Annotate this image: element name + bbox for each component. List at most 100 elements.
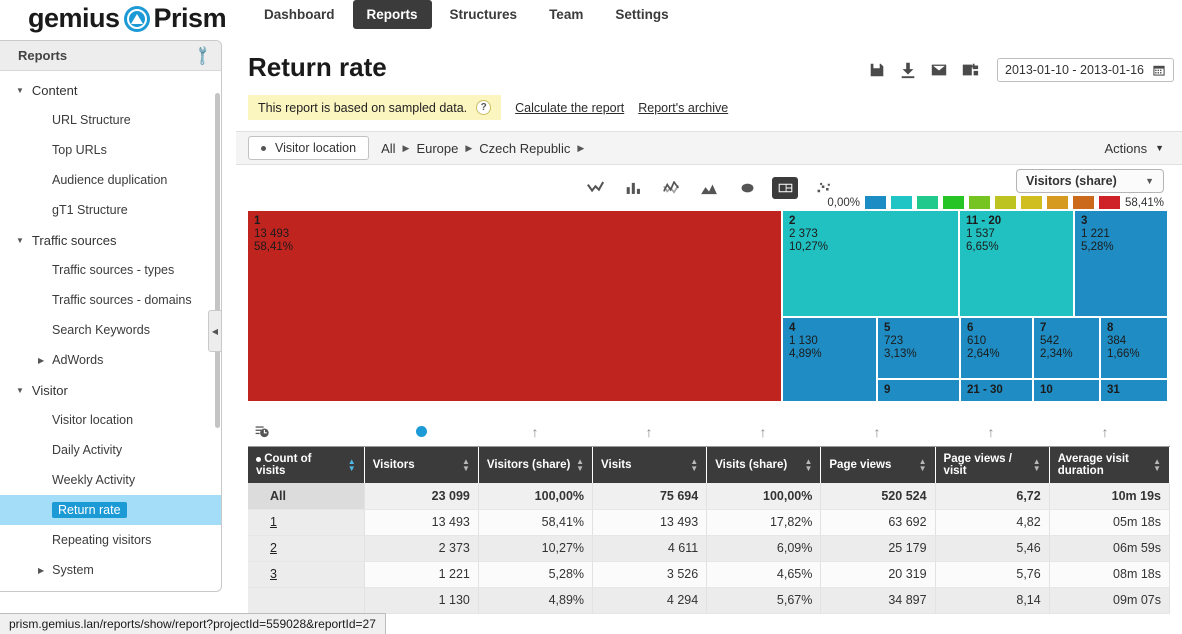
sort-up-arrow-icon[interactable]: ↑ <box>988 424 995 440</box>
sidebar-item-visitor[interactable]: ▼ Visitor <box>0 375 221 405</box>
sidebar-scrollbar[interactable] <box>215 93 220 428</box>
sidebar-item-audience-duplication[interactable]: Audience duplication <box>0 165 221 195</box>
column-header-page-views[interactable]: Page views ▲ ▼ <box>820 447 936 483</box>
column-header-page-views-per-visit[interactable]: Page views / visit ▲ ▼ <box>935 447 1050 483</box>
sidebar-item-weekly-activity[interactable]: Weekly Activity <box>0 465 221 495</box>
table-row: 3 1 221 5,28% 3 526 4,65% 20 319 5,76 08… <box>248 561 1171 588</box>
legend-swatch <box>994 196 1016 209</box>
question-mark-icon[interactable]: ? <box>476 100 492 115</box>
sort-toggle-icon[interactable]: ▲ ▼ <box>919 458 927 473</box>
row-link[interactable]: 2 <box>270 541 277 555</box>
sort-up-arrow-icon[interactable]: ↑ <box>532 424 539 440</box>
tile-value: 13 493 <box>254 228 290 240</box>
active-sort-marker[interactable] <box>415 426 427 437</box>
sort-toggle-icon[interactable]: ▲ ▼ <box>690 458 698 473</box>
sidebar-item-new-report[interactable]: ✚New report <box>0 585 221 591</box>
sidebar-item-label: Top URLs <box>52 143 107 157</box>
column-header-visitors-share[interactable]: Visitors (share) ▲ ▼ <box>478 447 594 483</box>
nav-tab-team[interactable]: Team <box>535 0 597 29</box>
nav-tab-settings[interactable]: Settings <box>601 0 682 29</box>
sort-toggle-icon[interactable]: ▲ ▼ <box>1033 458 1041 473</box>
sidebar-item-label: Traffic sources - domains <box>52 293 192 307</box>
date-range-picker[interactable]: 2013-01-10 - 2013-01-16 <box>997 58 1174 82</box>
treemap-tile[interactable]: 31 <box>1101 380 1167 401</box>
table-row: All 23 099 100,00% 75 694 100,00% 520 52… <box>248 483 1171 510</box>
treemap-tile[interactable]: 1 13 493 58,41% <box>248 211 781 401</box>
dimension-selector[interactable]: Visitor location <box>248 136 370 160</box>
breadcrumb-europe[interactable]: Europe <box>416 141 458 156</box>
tile-share: 5,28% <box>1081 241 1114 253</box>
cell-visitors-share: 58,41% <box>478 509 594 536</box>
column-header-visits[interactable]: Visits ▲ ▼ <box>592 447 708 483</box>
save-icon[interactable] <box>868 61 886 79</box>
sidebar-item-label: gT1 Structure <box>52 203 128 217</box>
treemap-tile[interactable]: 2 2 373 10,27% <box>783 211 958 316</box>
line-chart-icon[interactable] <box>582 177 608 199</box>
sidebar-collapse-handle[interactable]: ◀ <box>208 310 222 352</box>
sidebar-item-top-urls[interactable]: Top URLs <box>0 135 221 165</box>
treemap-tile[interactable]: 5 723 3,13% <box>878 318 959 378</box>
nav-tab-dashboard[interactable]: Dashboard <box>250 0 349 29</box>
cell-avg-visit-duration: 08m 18s <box>1049 561 1171 588</box>
treemap-tile[interactable]: 8 384 1,66% <box>1101 318 1167 378</box>
metric-select[interactable]: Visitors (share) ▼ <box>1016 169 1164 193</box>
sidebar-item-daily-activity[interactable]: Daily Activity <box>0 435 221 465</box>
sort-toggle-icon[interactable]: ▲ ▼ <box>462 458 470 473</box>
area-chart-icon[interactable] <box>696 177 722 199</box>
sidebar-item-visitor-location[interactable]: Visitor location <box>0 405 221 435</box>
row-link[interactable]: 1 <box>270 515 277 529</box>
multiline-chart-icon[interactable] <box>658 177 684 199</box>
sort-up-arrow-icon[interactable]: ↑ <box>874 424 881 440</box>
sort-toggle-icon[interactable]: ▲ ▼ <box>1153 458 1161 473</box>
treemap-tile[interactable]: 10 <box>1034 380 1099 401</box>
sidebar-item-repeating-visitors[interactable]: Repeating visitors <box>0 525 221 555</box>
history-clock-icon[interactable] <box>254 424 270 440</box>
sidebar-item-gt1-structure[interactable]: gT1 Structure <box>0 195 221 225</box>
sidebar-item-system[interactable]: ▶ System <box>0 555 221 585</box>
treemap-chart-icon[interactable] <box>772 177 798 199</box>
download-icon[interactable] <box>899 61 917 79</box>
breadcrumb-all[interactable]: All <box>381 141 395 156</box>
treemap-tile[interactable]: 7 542 2,34% <box>1034 318 1099 378</box>
treemap-tile[interactable]: 11 - 20 1 537 6,65% <box>960 211 1073 316</box>
sort-up-arrow-icon[interactable]: ↑ <box>646 424 653 440</box>
calculate-report-link[interactable]: Calculate the report <box>515 101 624 115</box>
sort-toggle-icon[interactable]: ▲ ▼ <box>348 458 356 473</box>
tile-share: 3,13% <box>884 348 917 360</box>
cell-page-views: 25 179 <box>820 535 936 562</box>
column-header-visits-share[interactable]: Visits (share) ▲ ▼ <box>706 447 822 483</box>
sidebar-item-search-keywords[interactable]: Search Keywords <box>0 315 221 345</box>
nav-tab-structures[interactable]: Structures <box>436 0 532 29</box>
pie-chart-icon[interactable] <box>734 177 760 199</box>
sidebar-item-adwords[interactable]: ▶ AdWords <box>0 345 221 375</box>
report-archive-link[interactable]: Report's archive <box>638 101 728 115</box>
breadcrumb-czech-republic[interactable]: Czech Republic <box>479 141 570 156</box>
treemap-tile[interactable]: 3 1 221 5,28% <box>1075 211 1167 316</box>
column-header-count-of-visits[interactable]: Count of visits ▲ ▼ <box>248 447 365 483</box>
treemap-tile[interactable]: 4 1 130 4,89% <box>783 318 876 401</box>
email-icon[interactable] <box>930 61 948 79</box>
sidebar-item-traffic-sources[interactable]: ▼ Traffic sources <box>0 225 221 255</box>
sort-toggle-icon[interactable]: ▲ ▼ <box>576 458 584 473</box>
sort-toggle-icon[interactable]: ▲ ▼ <box>804 458 812 473</box>
row-link[interactable]: 3 <box>270 567 277 581</box>
bar-chart-icon[interactable] <box>620 177 646 199</box>
column-header-average-visit-duration[interactable]: Average visit duration ▲ ▼ <box>1049 447 1171 483</box>
column-header-visitors[interactable]: Visitors ▲ ▼ <box>364 447 479 483</box>
sidebar-item-traffic-sources-types[interactable]: Traffic sources - types <box>0 255 221 285</box>
app-logo[interactable]: gemius Prism <box>28 3 227 34</box>
sort-up-arrow-icon[interactable]: ↑ <box>760 424 767 440</box>
sidebar-item-return-rate[interactable]: Return rate <box>0 495 221 525</box>
treemap-tile[interactable]: 6 610 2,64% <box>961 318 1032 378</box>
sort-up-arrow-icon[interactable]: ↑ <box>1102 424 1109 440</box>
add-to-dashboard-icon[interactable] <box>961 61 979 79</box>
treemap-tile[interactable]: 9 <box>878 380 959 401</box>
cell-avg-visit-duration: 10m 19s <box>1049 483 1171 510</box>
nav-tab-reports[interactable]: Reports <box>352 0 432 29</box>
sidebar-item-url-structure[interactable]: URL Structure <box>0 105 221 135</box>
actions-dropdown[interactable]: Actions ▼ <box>1104 141 1164 156</box>
wrench-icon[interactable]: 🔧 <box>190 43 215 67</box>
sidebar-item-content[interactable]: ▼ Content <box>0 75 221 105</box>
treemap-tile[interactable]: 21 - 30 <box>961 380 1032 401</box>
sidebar-item-traffic-sources-domains[interactable]: Traffic sources - domains <box>0 285 221 315</box>
